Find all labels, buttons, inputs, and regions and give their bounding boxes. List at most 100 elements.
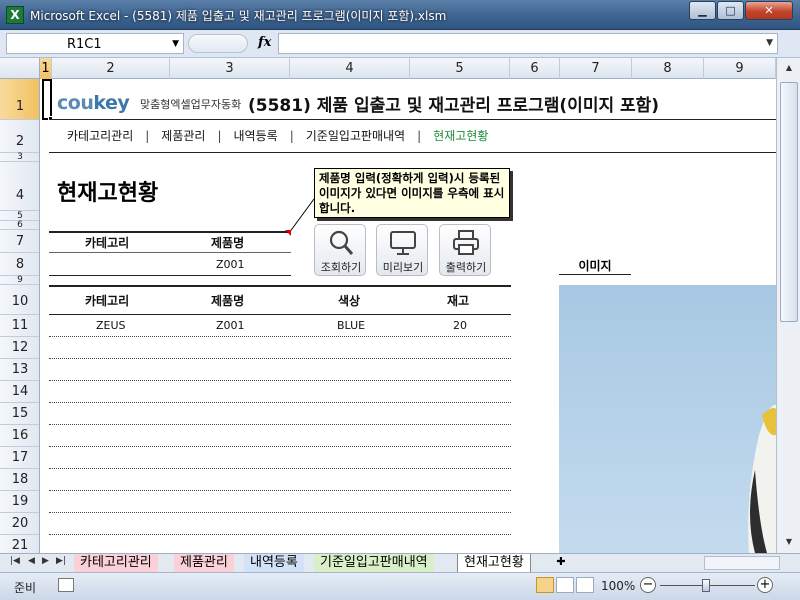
menu-product[interactable]: 제품관리	[161, 127, 205, 144]
logo-tagline: 맞춤형엑셀업무자동화	[140, 98, 242, 111]
page-layout-view-button[interactable]	[556, 577, 574, 593]
row-header[interactable]: 12	[0, 337, 39, 359]
zoom-out-button[interactable]: −	[640, 577, 656, 593]
nav-menu: 카테고리관리 | 제품관리 | 내역등록 | 기준일입고판매내역 | 현재고현황	[67, 127, 488, 145]
tab-register[interactable]: 내역등록	[244, 554, 304, 572]
row-header[interactable]: 13	[0, 359, 39, 381]
row-header[interactable]: 20	[0, 513, 39, 535]
row-header[interactable]: 16	[0, 425, 39, 447]
printer-icon	[453, 230, 479, 255]
result-header-stock: 재고	[447, 294, 470, 308]
last-sheet-icon[interactable]: ▶|	[56, 556, 66, 566]
maximize-button[interactable]: □	[717, 1, 744, 20]
preview-button[interactable]: 미리보기	[376, 224, 428, 276]
chevron-down-icon[interactable]: ▼	[172, 39, 179, 49]
menu-stock-status[interactable]: 현재고현황	[433, 127, 488, 144]
row-header[interactable]: 1	[0, 79, 39, 120]
search-table-divider	[49, 252, 291, 253]
search-header-category: 카테고리	[85, 236, 130, 250]
menu-separator: |	[217, 129, 222, 143]
row-header[interactable]: 11	[0, 315, 39, 337]
row-header[interactable]: 9	[0, 276, 39, 285]
excel-icon: X	[6, 6, 24, 24]
scroll-thumb[interactable]	[780, 82, 798, 322]
row-header[interactable]: 7	[0, 230, 39, 253]
close-button[interactable]: ✕	[745, 1, 793, 20]
header-divider	[49, 119, 776, 120]
column-header[interactable]: 2	[52, 58, 170, 79]
active-cell[interactable]	[42, 79, 52, 120]
tab-category[interactable]: 카테고리관리	[74, 554, 158, 572]
formula-bar: R1C1 ▼ fx ▼	[0, 30, 800, 58]
row-header[interactable]: 3	[0, 153, 39, 162]
prev-sheet-icon[interactable]: ◀	[28, 556, 35, 566]
formula-input[interactable]: ▼	[278, 33, 778, 54]
row-header[interactable]: 15	[0, 403, 39, 425]
page-break-view-button[interactable]	[576, 577, 594, 593]
first-sheet-icon[interactable]: |◀	[10, 556, 20, 566]
menu-history[interactable]: 기준일입고판매내역	[306, 127, 405, 144]
tab-stock-status[interactable]: 현재고현황	[457, 554, 531, 572]
row-header[interactable]: 6	[0, 221, 39, 230]
result-header-product: 제품명	[211, 294, 245, 308]
name-box[interactable]: R1C1 ▼	[6, 33, 184, 54]
column-header[interactable]: 4	[290, 58, 410, 79]
result-cell-category[interactable]: ZEUS	[96, 319, 126, 332]
insert-sheet-icon[interactable]: ✚	[552, 555, 570, 571]
page-heading: 현재고현황	[57, 181, 159, 206]
tab-history[interactable]: 기준일입고판매내역	[314, 554, 434, 572]
scroll-up-icon[interactable]: ▲	[780, 60, 798, 76]
column-header[interactable]: 8	[632, 58, 704, 79]
worksheet[interactable]: coukey 맞춤형엑셀업무자동화 (5581) 제품 입출고 및 재고관리 프…	[41, 79, 776, 553]
row-header[interactable]: 2	[0, 120, 39, 153]
macro-record-icon[interactable]	[58, 578, 74, 592]
table-row	[49, 446, 511, 447]
minimize-button[interactable]: ▁	[689, 1, 716, 20]
print-button[interactable]: 출력하기	[439, 224, 491, 276]
next-sheet-icon[interactable]: ▶	[42, 556, 49, 566]
normal-view-button[interactable]	[536, 577, 554, 593]
row-header[interactable]: 19	[0, 491, 39, 513]
row-header[interactable]: 4	[0, 162, 39, 211]
column-header[interactable]: 6	[510, 58, 560, 79]
select-all-corner[interactable]	[0, 58, 40, 79]
vertical-scrollbar[interactable]: ▲ ▼	[776, 58, 800, 553]
result-cell-color[interactable]: BLUE	[337, 319, 365, 332]
row-header[interactable]: 17	[0, 447, 39, 469]
scroll-down-icon[interactable]: ▼	[780, 534, 798, 550]
row-header[interactable]: 8	[0, 253, 39, 276]
print-button-label: 출력하기	[445, 261, 487, 274]
menu-register[interactable]: 내역등록	[234, 127, 278, 144]
image-label-underline	[559, 274, 631, 275]
zoom-level[interactable]: 100%	[601, 579, 635, 593]
insert-function-icon[interactable]: fx	[258, 35, 271, 50]
result-cell-stock[interactable]: 20	[453, 319, 467, 332]
row-header[interactable]: 18	[0, 469, 39, 491]
function-area: fx	[188, 33, 276, 54]
table-row	[49, 358, 511, 359]
horizontal-scrollbar[interactable]	[704, 556, 780, 570]
column-header[interactable]: 3	[170, 58, 290, 79]
row-header[interactable]: 21	[0, 535, 39, 553]
column-header[interactable]: 9	[704, 58, 776, 79]
menu-category[interactable]: 카테고리관리	[67, 127, 133, 144]
expand-formula-icon[interactable]: ▼	[766, 38, 773, 48]
row-header[interactable]: 10	[0, 285, 39, 315]
search-product-input[interactable]: Z001	[216, 258, 245, 271]
name-box-value: R1C1	[67, 37, 102, 52]
search-button[interactable]: 조회하기	[314, 224, 366, 276]
column-header[interactable]: 1	[40, 58, 52, 79]
zoom-slider-handle[interactable]	[702, 579, 710, 592]
column-header[interactable]: 5	[410, 58, 510, 79]
comment-callout: 제품명 입력(정확하게 입력)시 등록된 이미지가 있다면 이미지를 우측에 표…	[314, 168, 510, 218]
menu-separator: |	[289, 129, 294, 143]
menu-divider	[49, 152, 776, 153]
row-header[interactable]: 14	[0, 381, 39, 403]
formula-buttons[interactable]	[188, 34, 248, 53]
table-row	[49, 424, 511, 425]
menu-separator: |	[145, 129, 150, 143]
tab-product[interactable]: 제품관리	[174, 554, 234, 572]
column-header[interactable]: 7	[560, 58, 632, 79]
zoom-in-button[interactable]: +	[757, 577, 773, 593]
result-cell-product[interactable]: Z001	[216, 319, 245, 332]
